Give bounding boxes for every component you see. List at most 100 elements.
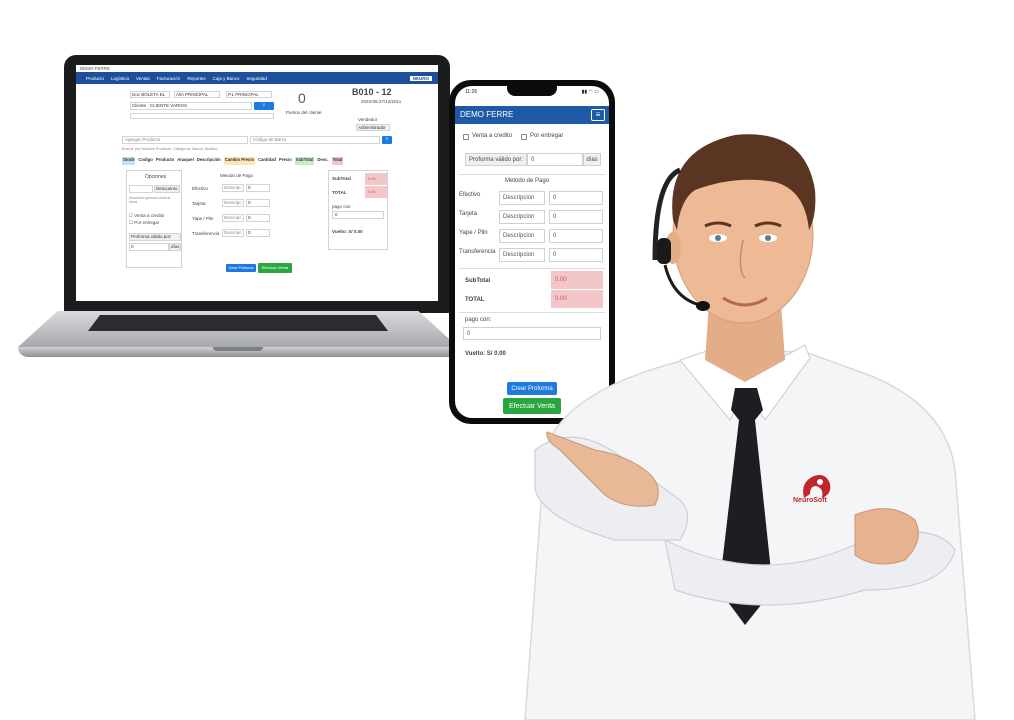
col-precio: Precio	[278, 157, 292, 162]
payment-tarjeta-amount[interactable]: 0	[246, 199, 270, 207]
points-value: 0	[298, 90, 306, 106]
warehouse-select[interactable]: Alm PRINCIPAL	[174, 91, 220, 98]
col-desc: Desc.	[317, 157, 329, 162]
total-label: TOTAL	[465, 297, 485, 303]
points-label: Puntos del cliente	[286, 110, 322, 115]
col-producto: Producto	[155, 157, 175, 162]
payment-efectivo-label: Efectivo	[192, 186, 209, 191]
brand-logo: NEURO	[409, 75, 432, 81]
search-hint: Buscar por Nombre Producto, Categoría, M…	[122, 147, 218, 151]
payment-tarjeta-desc[interactable]: Descripc	[222, 199, 244, 207]
support-agent-photo	[524, 134, 976, 720]
client-field[interactable]: Cliente · CLIENTE VARIOS	[130, 102, 252, 110]
credit-checkbox[interactable]	[463, 134, 469, 140]
vendor-label: Vendedor	[358, 117, 378, 122]
add-product-input[interactable]: Agregar Producto	[122, 136, 248, 144]
discount-input[interactable]	[129, 185, 153, 193]
payment-efectivo-desc[interactable]: Descripc	[222, 184, 244, 192]
pay-label: pago con:	[465, 317, 492, 323]
product-table-header: Stock Codigo Producto Anaquel Descripció…	[122, 157, 392, 165]
payment-transfer-label: Transferencia	[192, 231, 220, 236]
col-descripcion: Descripción	[196, 157, 221, 162]
left-iris	[715, 235, 721, 241]
neurosoft-logo-text: NeuroSoft	[793, 497, 827, 504]
barcode-input[interactable]: Código de Barra	[250, 136, 380, 144]
phone-app-title: DEMO FERRE	[460, 110, 514, 119]
payment-efectivo-amount[interactable]: 0	[246, 184, 270, 192]
window-title: DEMO FERRE	[76, 65, 438, 72]
nav-reportes[interactable]: Reportes	[187, 76, 205, 81]
laptop-base	[18, 311, 458, 361]
pay-label: pago con	[332, 204, 351, 209]
pay-input[interactable]: 0	[332, 211, 384, 219]
payment-transfer-amount[interactable]: 0	[246, 229, 270, 237]
options-title: Opciones	[145, 174, 167, 180]
make-sale-button[interactable]: Efectuar Venta	[258, 263, 292, 273]
payment-yape-label: Yape / Plin	[192, 216, 214, 221]
proforma-days-unit: días	[169, 243, 181, 251]
status-icons: ▮▮ ◠ ▭	[581, 89, 599, 95]
sale-form: Doc BOLETA EL Alm PRINCIPAL P.L PRINCIPA…	[76, 84, 438, 301]
nav-facturacion[interactable]: Facturación	[157, 76, 181, 81]
client-dropdown[interactable]	[130, 113, 274, 119]
discount-note: Descuento general a todo la venta	[129, 196, 171, 204]
nav-ventas[interactable]: Ventas	[136, 76, 150, 81]
col-stock: Stock	[122, 157, 136, 165]
laptop-mockup: DEMO FERRE Producto Logística Ventas Fac…	[18, 55, 458, 375]
headset-mic-icon	[696, 301, 710, 311]
payment-yape-desc[interactable]: Descripc	[222, 214, 244, 222]
total-label: TOTAL	[332, 190, 347, 195]
total-value: 0.00	[365, 186, 387, 198]
doc-number: B010 - 12	[352, 87, 392, 97]
subtotal-label: SubTotal	[465, 278, 491, 284]
payment-yape-label: Yape / Plin	[459, 230, 488, 236]
laptop-lid: DEMO FERRE Producto Logística Ventas Fac…	[64, 55, 450, 313]
payment-tarjeta-label: Tarjeta	[192, 201, 206, 206]
top-nav: Producto Logística Ventas Facturación Re…	[76, 72, 438, 84]
subtotal-value: 0.00	[365, 173, 387, 185]
change-label: Vuelto: S/ 0.00	[332, 229, 363, 234]
discount-label: Descuento	[154, 185, 180, 193]
change-label: Vuelto: S/ 0.00	[465, 351, 506, 357]
nav-producto[interactable]: Producto	[86, 76, 104, 81]
payment-panel: Metodo de Pago Efectivo Descripc 0 Tarje…	[190, 170, 290, 260]
right-iris	[765, 235, 771, 241]
vendor-select[interactable]: Administrador	[356, 124, 390, 131]
client-search-button[interactable]: ⌕	[254, 102, 274, 110]
pricelist-select[interactable]: P.L PRINCIPAL	[226, 91, 272, 98]
fist	[854, 508, 919, 565]
pos-app-desktop: DEMO FERRE Producto Logística Ventas Fac…	[76, 65, 438, 301]
nav-caja-banco[interactable]: Caja y Banco	[213, 76, 240, 81]
create-proforma-button[interactable]: Crear Proforma	[226, 264, 256, 272]
col-codigo: Codigo	[138, 157, 153, 162]
col-cantidad: Cantidad	[258, 157, 276, 162]
payment-transfer-desc[interactable]: Descripc	[222, 229, 244, 237]
laptop-screen: DEMO FERRE Producto Logística Ventas Fac…	[76, 65, 438, 301]
col-subtotal: SubTotal	[294, 157, 315, 165]
payment-efectivo-label: Efectivo	[459, 192, 481, 198]
col-total: Total	[331, 157, 344, 165]
doc-type-select[interactable]: Doc BOLETA EL	[130, 91, 170, 98]
headset-earpiece	[657, 238, 671, 264]
payment-yape-amount[interactable]: 0	[246, 214, 270, 222]
laptop-keyboard	[88, 315, 388, 331]
options-panel: Opciones Descuento Descuento general a t…	[126, 170, 182, 268]
col-cambio-precio: Cambio Precio	[223, 157, 256, 165]
laptop-notch	[213, 347, 263, 351]
nav-seguridad[interactable]: Seguridad	[246, 76, 267, 81]
proforma-label: Proforma válido por:	[129, 233, 181, 241]
proforma-days-input[interactable]: 0	[129, 243, 169, 251]
payment-title: Metodo de Pago	[220, 173, 254, 178]
totals-panel: SubTotal 0.00 TOTAL 0.00 pago con 0 Vuel…	[328, 170, 388, 250]
phone-notch	[507, 86, 557, 96]
payment-tarjeta-label: Tarjeta	[459, 211, 478, 217]
col-anaquel: Anaquel	[177, 157, 194, 162]
status-time: 11:26	[465, 89, 478, 95]
deliver-checkbox[interactable]: ☐ Por entregar	[129, 220, 159, 226]
credit-checkbox[interactable]: ☐ Venta a credito	[129, 213, 164, 219]
nav-logistica[interactable]: Logística	[111, 76, 129, 81]
product-search-button[interactable]: ⌕	[382, 136, 392, 144]
payment-transfer-label: Transferencia	[459, 249, 496, 255]
doc-date: 2023-06-27/12/2011	[361, 99, 402, 104]
subtotal-label: SubTotal	[332, 176, 351, 181]
